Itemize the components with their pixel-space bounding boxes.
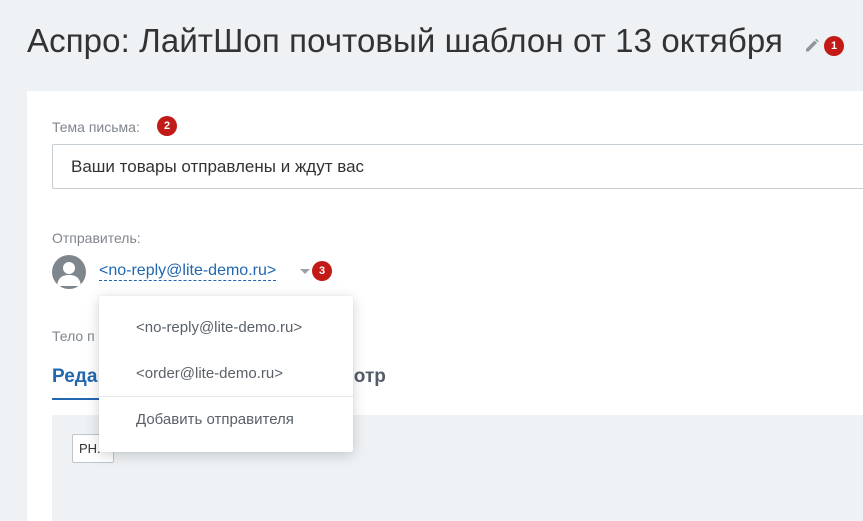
sender-dropdown: <no-reply@lite-demo.ru> <order@lite-demo… xyxy=(99,296,353,452)
subject-label: Тема письма: xyxy=(52,119,140,135)
tab-editor[interactable]: Реда xyxy=(52,366,97,388)
pencil-icon[interactable] xyxy=(803,37,821,55)
hint-badge-1: 1 xyxy=(824,36,844,56)
sender-option-no-reply[interactable]: <no-reply@lite-demo.ru> xyxy=(136,319,302,336)
sender-option-order[interactable]: <order@lite-demo.ru> xyxy=(136,365,283,382)
user-avatar-icon xyxy=(52,255,86,289)
subject-input[interactable]: Ваши товары отправлены и ждут вас xyxy=(52,144,863,189)
caret-down-icon[interactable] xyxy=(300,269,310,274)
active-tab-indicator xyxy=(52,398,102,400)
hint-badge-2: 2 xyxy=(157,116,177,136)
add-sender-button[interactable]: Добавить отправителя xyxy=(136,411,294,428)
hint-badge-3: 3 xyxy=(312,261,332,281)
page-title: Аспро: ЛайтШоп почтовый шаблон от 13 окт… xyxy=(27,22,783,59)
sender-label: Отправитель: xyxy=(52,230,141,246)
dropdown-divider xyxy=(99,396,353,397)
sender-select-link[interactable]: <no-reply@lite-demo.ru> xyxy=(99,261,277,281)
body-label: Тело п xyxy=(52,328,95,344)
